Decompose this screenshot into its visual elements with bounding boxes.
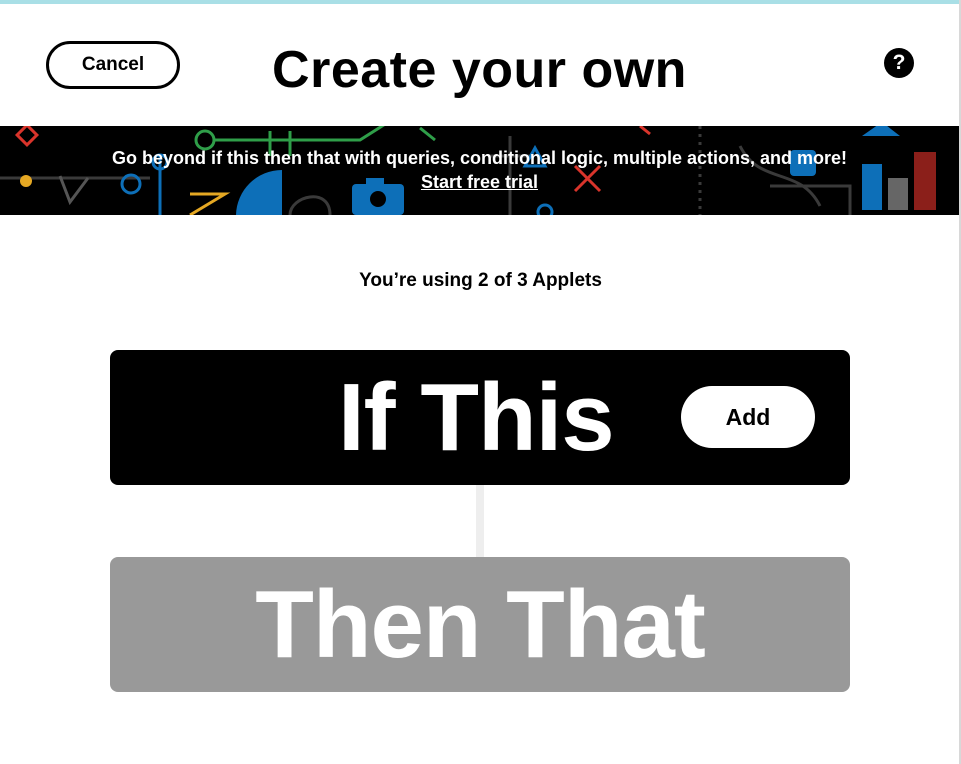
connector-line (476, 485, 484, 557)
start-free-trial-link[interactable]: Start free trial (421, 172, 538, 192)
page-title: Create your own (272, 41, 687, 99)
header: Cancel Create your own ? (0, 4, 959, 126)
if-this-label: If This (338, 364, 615, 471)
help-icon[interactable]: ? (884, 48, 914, 78)
then-that-card: Then That (110, 557, 850, 692)
promo-banner: Go beyond if this then that with queries… (0, 126, 959, 215)
promo-link-row: Start free trial (0, 171, 959, 193)
applet-usage-text: You’re using 2 of 3 Applets (359, 270, 602, 291)
promo-text: Go beyond if this then that with queries… (111, 148, 848, 168)
if-this-card[interactable]: If This Add (110, 350, 850, 485)
add-trigger-button[interactable]: Add (681, 386, 815, 448)
then-that-label: Then That (255, 571, 706, 678)
